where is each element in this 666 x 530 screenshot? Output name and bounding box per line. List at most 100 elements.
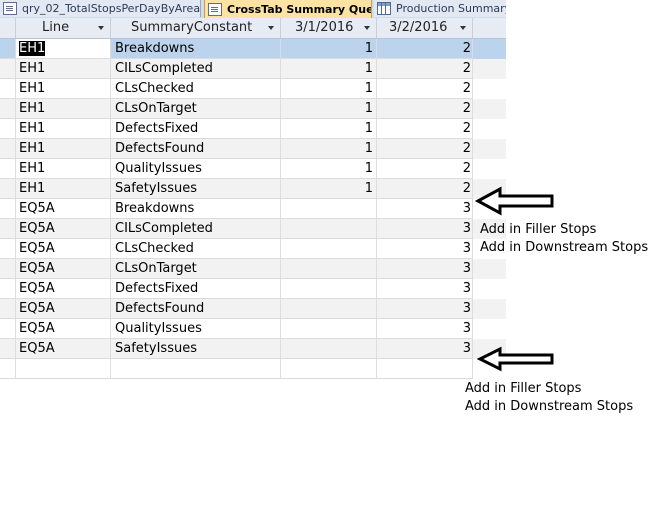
grid-cell-summaryconstant[interactable]: DefectsFixed [111,119,281,139]
grid-cell-date-1[interactable]: 1 [281,119,377,139]
grid-cell-date-1[interactable]: 1 [281,159,377,179]
table-row[interactable]: EH1 SafetyIssues 1 2 [0,179,506,199]
table-row[interactable]: EH1 QualityIssues 1 2 [0,159,506,179]
grid-cell-date-1[interactable] [281,279,377,299]
row-selector[interactable] [0,199,16,219]
table-row[interactable]: EQ5A SafetyIssues 3 [0,339,506,359]
grid-cell-date-2[interactable]: 3 [377,199,473,219]
grid-cell-line[interactable]: EQ5A [16,339,111,359]
row-selector[interactable] [0,279,16,299]
row-selector[interactable] [0,299,16,319]
tab-qry-02-total-stops[interactable]: qry_02_TotalStopsPerDayByArea [0,0,201,17]
grid-cell-date-1[interactable] [281,319,377,339]
dropdown-arrow-icon[interactable] [364,26,370,30]
grid-cell-date-1[interactable] [281,339,377,359]
grid-cell-line[interactable]: EH1 [16,119,111,139]
table-row[interactable]: EH1 CILsCompleted 1 2 [0,59,506,79]
grid-cell-summaryconstant[interactable]: CILsCompleted [111,219,281,239]
grid-cell-empty[interactable] [16,359,111,379]
table-row[interactable]: EH1 CLsChecked 1 2 [0,79,506,99]
column-header-summaryconstant[interactable]: SummaryConstant [111,18,281,38]
grid-cell-line[interactable]: EH1 [16,99,111,119]
grid-cell-summaryconstant[interactable]: SafetyIssues [111,179,281,199]
grid-cell-date-2[interactable]: 2 [377,99,473,119]
grid-cell-line[interactable]: EH1 [16,179,111,199]
row-selector[interactable] [0,139,16,159]
grid-cell-date-2[interactable]: 3 [377,239,473,259]
table-row[interactable]: EH1 DefectsFound 1 2 [0,139,506,159]
grid-cell-date-2[interactable]: 2 [377,159,473,179]
grid-cell-summaryconstant[interactable]: Breakdowns [111,39,281,59]
grid-cell-line[interactable]: EQ5A [16,239,111,259]
grid-cell-empty[interactable] [377,359,473,379]
grid-cell-date-1[interactable]: 1 [281,39,377,59]
grid-cell-summaryconstant[interactable]: Breakdowns [111,199,281,219]
grid-cell-date-2[interactable]: 3 [377,279,473,299]
grid-cell-summaryconstant[interactable]: DefectsFixed [111,279,281,299]
grid-cell-line[interactable]: EQ5A [16,319,111,339]
table-row[interactable]: EQ5A CLsOnTarget 3 [0,259,506,279]
grid-cell-date-2[interactable]: 3 [377,259,473,279]
grid-cell-line[interactable]: EQ5A [16,279,111,299]
row-selector[interactable] [0,39,16,59]
grid-cell-date-1[interactable]: 1 [281,139,377,159]
grid-cell-date-2[interactable]: 3 [377,319,473,339]
grid-cell-summaryconstant[interactable]: DefectsFound [111,139,281,159]
grid-cell-date-1[interactable]: 1 [281,179,377,199]
table-row[interactable]: EQ5A QualityIssues 3 [0,319,506,339]
row-selector[interactable] [0,219,16,239]
table-row[interactable]: EQ5A CILsCompleted 3 [0,219,506,239]
dropdown-arrow-icon[interactable] [98,26,104,30]
new-record-row[interactable] [0,359,506,379]
grid-cell-date-1[interactable] [281,299,377,319]
grid-cell-date-2[interactable]: 3 [377,339,473,359]
grid-cell-summaryconstant[interactable]: DefectsFound [111,299,281,319]
row-selector[interactable] [0,99,16,119]
tab-production-summary[interactable]: Production Summary [374,0,506,17]
table-row[interactable]: EH1 Breakdowns 1 2 [0,39,506,59]
dropdown-arrow-icon[interactable] [268,26,274,30]
grid-cell-date-1[interactable]: 1 [281,59,377,79]
row-selector[interactable] [0,59,16,79]
grid-cell-line[interactable]: EQ5A [16,199,111,219]
table-row[interactable]: EQ5A CLsChecked 3 [0,239,506,259]
grid-cell-line[interactable]: EH1 [16,79,111,99]
table-row[interactable]: EQ5A Breakdowns 3 [0,199,506,219]
grid-cell-date-1[interactable]: 1 [281,99,377,119]
grid-cell-date-1[interactable]: 1 [281,79,377,99]
grid-cell-empty[interactable] [111,359,281,379]
grid-cell-line[interactable]: EH1 [16,59,111,79]
table-row[interactable]: EH1 CLsOnTarget 1 2 [0,99,506,119]
grid-cell-date-2[interactable]: 2 [377,119,473,139]
grid-cell-date-2[interactable]: 2 [377,59,473,79]
grid-cell-line[interactable]: EH1 [16,39,111,59]
table-row[interactable]: EQ5A DefectsFound 3 [0,299,506,319]
row-selector[interactable] [0,359,16,379]
grid-cell-line[interactable]: EH1 [16,159,111,179]
grid-cell-summaryconstant[interactable]: SafetyIssues [111,339,281,359]
tab-crosstab-summary-query[interactable]: CrossTab Summary Query [204,0,372,18]
row-selector[interactable] [0,319,16,339]
grid-cell-summaryconstant[interactable]: QualityIssues [111,319,281,339]
grid-cell-line[interactable]: EH1 [16,139,111,159]
grid-cell-line[interactable]: EQ5A [16,299,111,319]
grid-cell-date-2[interactable]: 2 [377,39,473,59]
row-selector[interactable] [0,119,16,139]
grid-cell-date-1[interactable] [281,259,377,279]
grid-cell-summaryconstant[interactable]: CILsCompleted [111,59,281,79]
table-row[interactable]: EH1 DefectsFixed 1 2 [0,119,506,139]
column-header-date-1[interactable]: 3/1/2016 [281,18,377,38]
grid-cell-empty[interactable] [281,359,377,379]
grid-cell-summaryconstant[interactable]: CLsChecked [111,79,281,99]
grid-cell-date-1[interactable] [281,239,377,259]
grid-cell-summaryconstant[interactable]: CLsChecked [111,239,281,259]
grid-cell-date-2[interactable]: 2 [377,79,473,99]
grid-cell-date-2[interactable]: 3 [377,299,473,319]
grid-cell-date-1[interactable] [281,219,377,239]
grid-cell-line[interactable]: EQ5A [16,219,111,239]
grid-cell-date-1[interactable] [281,199,377,219]
grid-cell-date-2[interactable]: 2 [377,139,473,159]
row-selector[interactable] [0,79,16,99]
table-row[interactable]: EQ5A DefectsFixed 3 [0,279,506,299]
grid-cell-line[interactable]: EQ5A [16,259,111,279]
